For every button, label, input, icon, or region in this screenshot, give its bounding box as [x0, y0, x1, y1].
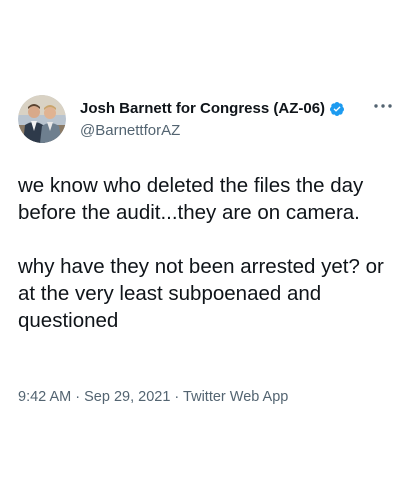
tweet-card: Josh Barnett for Congress (AZ-06) @Barne…	[0, 0, 410, 500]
meta-separator: ·	[75, 389, 81, 405]
more-options-icon[interactable]	[372, 98, 394, 114]
author-display-name[interactable]: Josh Barnett for Congress (AZ-06)	[80, 100, 325, 117]
tweet-paragraph: we know who deleted the files the day be…	[18, 174, 364, 224]
author-handle[interactable]: @BarnettforAZ	[80, 122, 180, 139]
tweet-paragraph: why have they not been arrested yet? or …	[18, 255, 384, 332]
tweet-source[interactable]: Twitter Web App	[183, 389, 288, 405]
tweet-time[interactable]: 9:42 AM	[18, 389, 71, 405]
avatar-photo-icon	[18, 95, 66, 143]
author-avatar[interactable]	[18, 95, 66, 143]
author-name-row[interactable]: Josh Barnett for Congress (AZ-06)	[80, 100, 345, 117]
tweet-metadata: 9:42 AM · Sep 29, 2021 · Twitter Web App	[18, 389, 288, 405]
meta-separator: ·	[174, 389, 180, 405]
tweet-text: we know who deleted the files the day be…	[18, 172, 398, 334]
verified-badge-icon	[329, 101, 345, 117]
tweet-date[interactable]: Sep 29, 2021	[84, 389, 170, 405]
